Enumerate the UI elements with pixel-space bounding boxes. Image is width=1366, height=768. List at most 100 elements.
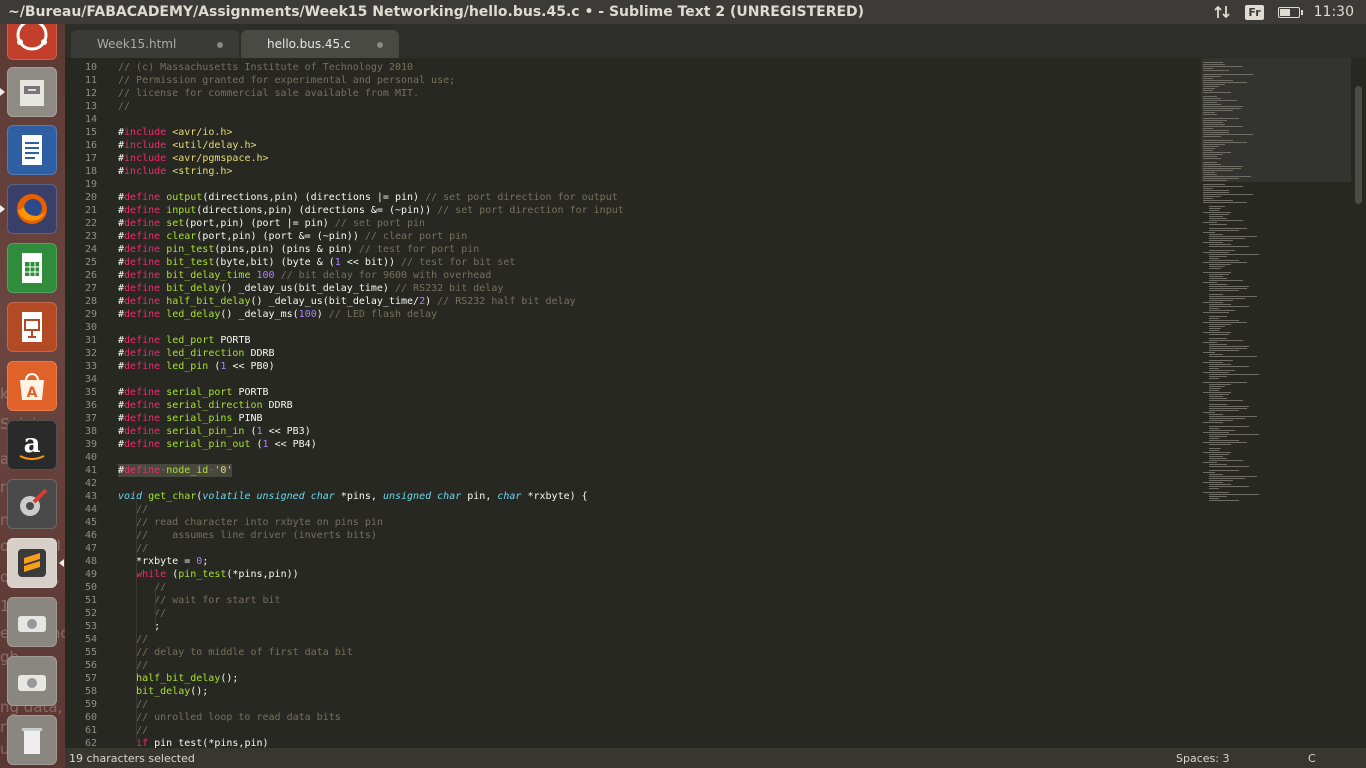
code-line[interactable]: 17 #include <avr/pgmspace.h> (65, 152, 1201, 165)
line-code: // (118, 633, 148, 646)
code-line[interactable]: 55 // delay to middle of first data bit (65, 646, 1201, 659)
code-line[interactable]: 52 // (65, 607, 1201, 620)
code-line[interactable]: 48 *rxbyte = 0; (65, 555, 1201, 568)
code-line[interactable]: 53 ; (65, 620, 1201, 633)
line-number: 55 (84, 647, 97, 658)
code-line[interactable]: 28 #define half_bit_delay() _delay_us(bit… (65, 295, 1201, 308)
launcher-ubuntu-dash[interactable] (7, 24, 57, 60)
minimap-line (1209, 220, 1243, 221)
code-line[interactable]: 16 #include <util/delay.h> (65, 139, 1201, 152)
minimap-line (1203, 432, 1229, 433)
code-line[interactable]: 40 (65, 451, 1201, 464)
launcher-sublime-text[interactable] (7, 538, 57, 588)
code-line[interactable]: 42 (65, 477, 1201, 490)
code-line[interactable]: 58 bit_delay(); (65, 685, 1201, 698)
code-line[interactable]: 22 #define set(port,pin) (port |= pin) //… (65, 217, 1201, 230)
code-line[interactable]: 27 #define bit_delay() _delay_us(bit_dela… (65, 282, 1201, 295)
code-line[interactable]: 25 #define bit_test(byte,bit) (byte & (1 … (65, 256, 1201, 269)
clock[interactable]: 11:30 (1314, 4, 1354, 20)
code-line[interactable]: 41 #define·node_id·'0' (65, 464, 1201, 477)
launcher-system-settings[interactable] (7, 479, 57, 529)
code-token: *pins, (334, 491, 383, 502)
minimap-line (1209, 384, 1231, 385)
code-line[interactable]: 21 #define input(directions,pin) (directi… (65, 204, 1201, 217)
code-line[interactable]: 24 #define pin_test(pins,pin) (pins & pin… (65, 243, 1201, 256)
code-line[interactable]: 50 // (65, 581, 1201, 594)
launcher-libreoffice-writer[interactable] (7, 125, 57, 175)
code-line[interactable]: 47 // (65, 542, 1201, 555)
line-code: // (118, 698, 148, 711)
code-line[interactable]: 10 // (c) Massachusetts Institute of Tech… (65, 61, 1201, 74)
code-line[interactable]: 61 // (65, 724, 1201, 737)
code-line[interactable]: 54 // (65, 633, 1201, 646)
line-number: 33 (84, 361, 97, 372)
code-line[interactable]: 14 (65, 113, 1201, 126)
modified-dot-icon[interactable] (377, 42, 383, 48)
code-line[interactable]: 13 // (65, 100, 1201, 113)
code-line[interactable]: 60 // unrolled loop to read data bits (65, 711, 1201, 724)
vertical-scrollbar[interactable] (1351, 58, 1366, 748)
code-line[interactable]: 38 #define serial_pin_in (1 << PB3) (65, 425, 1201, 438)
minimap-line (1203, 168, 1241, 169)
tab-hello-bus-45-c[interactable]: hello.bus.45.c (241, 30, 399, 58)
launcher-libreoffice-calc[interactable] (7, 243, 57, 293)
code-line[interactable]: 30 (65, 321, 1201, 334)
code-line[interactable]: 56 // (65, 659, 1201, 672)
code-line[interactable]: 45 // read character into rxbyte on pins… (65, 516, 1201, 529)
code-token: define (124, 231, 161, 242)
code-line[interactable]: 29 #define led_delay() _delay_ms(100) // … (65, 308, 1201, 321)
impress-presentation-icon (22, 312, 42, 342)
code-line[interactable]: 12 // license for commercial sale availab… (65, 87, 1201, 100)
code-line[interactable]: 49 while (pin_test(*pins,pin)) (65, 568, 1201, 581)
code-line[interactable]: 32 #define led_direction DDRB (65, 347, 1201, 360)
keyboard-layout-icon[interactable]: Fr (1245, 4, 1264, 20)
code-line[interactable]: 39 #define serial_pin_out (1 << PB4) (65, 438, 1201, 451)
code-line[interactable]: 33 #define led_pin (1 << PB0) (65, 360, 1201, 373)
code-line[interactable]: 18 #include <string.h> (65, 165, 1201, 178)
scrollbar-thumb[interactable] (1355, 86, 1362, 204)
line-number: 17 (84, 153, 97, 164)
code-line[interactable]: 15 #include <avr/io.h> (65, 126, 1201, 139)
code-line[interactable]: 23 #define clear(port,pin) (port &= (~pin… (65, 230, 1201, 243)
minimap-line (1209, 304, 1231, 305)
code-line[interactable]: 44 // (65, 503, 1201, 516)
top-panel: ~/Bureau/FABACADEMY/Assignments/Week15 N… (0, 0, 1366, 24)
minimap-line (1203, 86, 1219, 87)
code-line[interactable]: 35 #define serial_port PORTB (65, 386, 1201, 399)
battery-icon[interactable] (1277, 6, 1303, 18)
code-line[interactable]: 57 half_bit_delay(); (65, 672, 1201, 685)
launcher-amazon[interactable]: a (7, 420, 57, 470)
code-line[interactable]: 36 #define serial_direction DDRB (65, 399, 1201, 412)
code-line[interactable]: 46 // assumes line driver (inverts bits) (65, 529, 1201, 542)
code-line[interactable]: 43 void get_char(volatile unsigned char *… (65, 490, 1201, 503)
code-token: serial_pin_in (166, 426, 245, 437)
indentation-status[interactable]: Spaces: 3 (1176, 752, 1229, 765)
launcher-drive-2[interactable] (7, 656, 57, 706)
code-line[interactable]: 11 // Permission granted for experimental… (65, 74, 1201, 87)
minimap[interactable] (1201, 58, 1351, 748)
launcher-libreoffice-impress[interactable] (7, 302, 57, 352)
launcher-software-center[interactable]: A (7, 361, 57, 411)
code-line[interactable]: 37 #define serial_pins PINB (65, 412, 1201, 425)
code-line[interactable]: 62 if pin_test(*pins,pin) (65, 737, 1201, 748)
minimap-line (1203, 198, 1213, 199)
launcher-file-cabinet[interactable] (7, 67, 57, 117)
code-line[interactable]: 31 #define led_port PORTB (65, 334, 1201, 347)
code-line[interactable]: 20 #define output(directions,pin) (direct… (65, 191, 1201, 204)
modified-dot-icon[interactable] (217, 42, 223, 48)
syntax-status[interactable]: C (1308, 752, 1316, 765)
code-line[interactable]: 26 #define bit_delay_time 100 // bit dela… (65, 269, 1201, 282)
code-line[interactable]: 34 (65, 373, 1201, 386)
minimap-line (1203, 140, 1233, 141)
minimap-line (1209, 210, 1219, 211)
launcher-trash[interactable] (7, 715, 57, 765)
network-arrows-icon[interactable] (1213, 4, 1231, 20)
code-line[interactable]: 51 // wait for start bit (65, 594, 1201, 607)
line-number: 23 (84, 231, 97, 242)
launcher-drive-1[interactable] (7, 597, 57, 647)
code-line[interactable]: 19 (65, 178, 1201, 191)
tab-week15-html[interactable]: Week15.html (71, 30, 239, 58)
code-editor[interactable]: 10 // (c) Massachusetts Institute of Tech… (65, 58, 1201, 748)
code-line[interactable]: 59 // (65, 698, 1201, 711)
launcher-firefox[interactable] (7, 184, 57, 234)
